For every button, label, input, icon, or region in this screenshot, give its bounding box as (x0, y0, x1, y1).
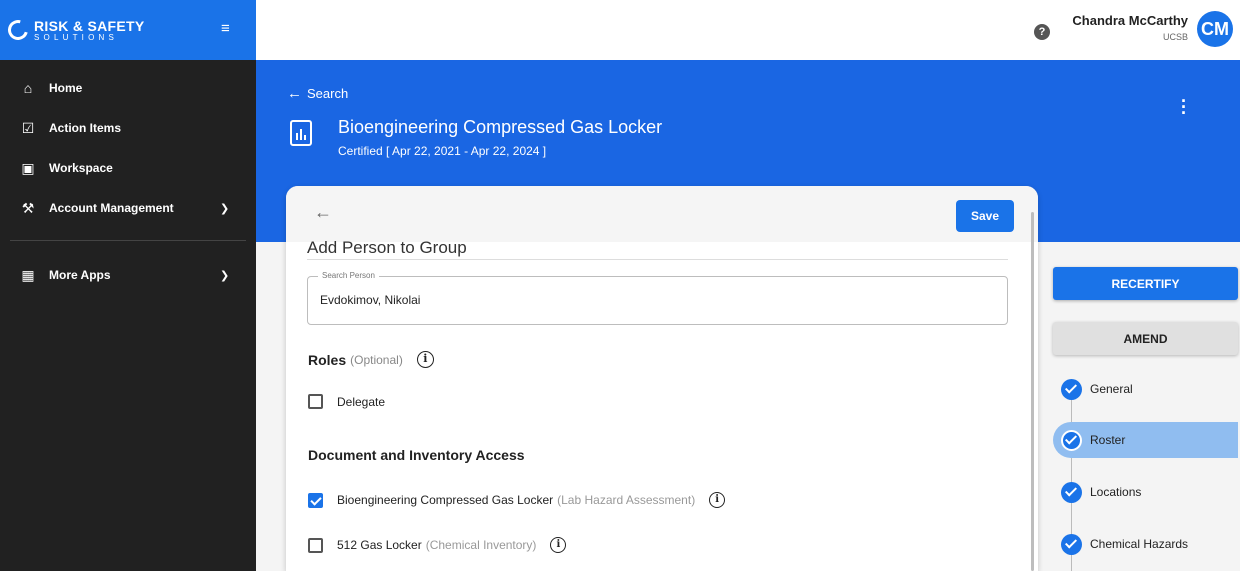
step-chemical-hazards[interactable]: Chemical Hazards (1053, 526, 1238, 562)
delegate-checkbox[interactable] (308, 394, 323, 409)
sidebar-item-label: More Apps (49, 268, 111, 282)
info-icon[interactable]: i (416, 351, 434, 368)
sidebar-item-workspace[interactable]: ▣ Workspace (0, 148, 256, 188)
chevron-down-icon: ❯ (220, 269, 230, 282)
roles-title: Roles (308, 351, 347, 368)
access-checkbox-checked[interactable] (308, 492, 323, 508)
brand-name: RISK & SAFETY (34, 17, 145, 34)
access-item[interactable]: 512 Gas Locker (Chemical Inventory) i (308, 537, 567, 553)
check-circle-icon (1061, 533, 1082, 555)
roles-heading: Roles (Optional) i (308, 351, 434, 368)
access-heading: Document and Inventory Access (308, 447, 525, 463)
access-label: 512 Gas Locker (337, 538, 422, 552)
step-label: General (1090, 382, 1133, 396)
avatar[interactable]: CM (1197, 11, 1233, 47)
brand-text: RISK & SAFETY SOLUTIONS (34, 19, 144, 42)
sidebar-item-label: Workspace (49, 161, 113, 175)
roles-optional: (Optional) (350, 352, 403, 367)
step-label: Chemical Hazards (1090, 537, 1189, 551)
sidebar-item-label: Account Management (49, 201, 174, 215)
brand-logo-icon (4, 16, 32, 44)
step-label: Locations (1090, 485, 1142, 499)
brand-bar: RISK & SAFETY SOLUTIONS ≡ (0, 0, 256, 60)
access-label: Bioengineering Compressed Gas Locker (337, 493, 554, 507)
add-person-dialog: ← Save Add Person to Group Search Person… (286, 186, 1038, 571)
recertify-button[interactable]: RECERTIFY (1053, 267, 1238, 300)
section-title: Add Person to Group (307, 238, 467, 257)
sidebar-item-more-apps[interactable]: ▦ More Apps ❯ (0, 255, 256, 295)
info-icon[interactable]: i (550, 537, 567, 553)
top-bar: ? Chandra McCarthy UCSB CM (256, 0, 1240, 60)
sidebar-item-label: Home (49, 81, 83, 95)
sidebar-nav: ⌂ Home ☑ Action Items ▣ Workspace ⚒ Acco… (0, 60, 256, 295)
checkbox-icon: ☑ (21, 119, 35, 136)
step-locations[interactable]: Locations (1053, 474, 1238, 510)
dialog-back-icon[interactable]: ← (314, 202, 332, 223)
bar-chart-icon (290, 120, 312, 146)
check-circle-icon (1061, 481, 1082, 503)
home-icon: ⌂ (23, 80, 33, 96)
page-title: Bioengineering Compressed Gas Locker (338, 117, 663, 137)
section-divider (307, 259, 1008, 260)
role-delegate[interactable]: Delegate (308, 394, 385, 409)
chevron-down-icon: ❯ (220, 202, 230, 215)
step-label: Roster (1090, 433, 1126, 447)
user-name: Chandra McCarthy (1072, 13, 1188, 28)
help-icon[interactable]: ? (1034, 24, 1050, 40)
step-roster[interactable]: Roster (1053, 422, 1238, 458)
search-person-label: Search Person (318, 271, 379, 280)
dialog-header: ← Save (286, 186, 1038, 242)
search-person-field: Search Person (307, 271, 1008, 325)
role-label: Delegate (337, 394, 386, 409)
briefcase-icon: ▣ (21, 159, 35, 176)
arrow-left-icon: ← (287, 85, 302, 102)
user-org: UCSB (1162, 32, 1188, 42)
amend-button[interactable]: AMEND (1053, 322, 1238, 355)
wrench-icon: ⚒ (21, 199, 35, 216)
certification-status: Certified [ Apr 22, 2021 - Apr 22, 2024 … (338, 144, 547, 158)
access-type: (Lab Hazard Assessment) (557, 493, 696, 507)
sidebar-divider (10, 240, 246, 241)
step-general[interactable]: General (1053, 371, 1238, 407)
access-checkbox[interactable] (308, 537, 323, 553)
sidebar-item-home[interactable]: ⌂ Home (0, 68, 256, 108)
sidebar: RISK & SAFETY SOLUTIONS ≡ ⌂ Home ☑ Actio… (0, 0, 256, 571)
back-to-search-link[interactable]: ← Search (287, 85, 348, 102)
dialog-scrollbar[interactable] (1031, 212, 1034, 571)
more-vert-icon[interactable]: · · · (1180, 92, 1188, 122)
check-circle-icon (1061, 378, 1082, 400)
brand-tagline: SOLUTIONS (34, 32, 119, 42)
check-circle-icon (1061, 429, 1082, 451)
sidebar-item-action-items[interactable]: ☑ Action Items (0, 108, 256, 148)
grid-icon: ▦ (21, 266, 35, 283)
access-item[interactable]: Bioengineering Compressed Gas Locker (La… (308, 492, 726, 508)
sidebar-item-account-management[interactable]: ⚒ Account Management ❯ (0, 188, 256, 228)
menu-collapse-icon[interactable]: ≡ (221, 20, 230, 37)
access-type: (Chemical Inventory) (425, 538, 537, 552)
search-person-input[interactable] (320, 293, 920, 307)
sidebar-item-label: Action Items (49, 121, 122, 135)
back-label: Search (307, 86, 349, 101)
info-icon[interactable]: i (709, 492, 726, 508)
save-button[interactable]: Save (956, 200, 1014, 232)
